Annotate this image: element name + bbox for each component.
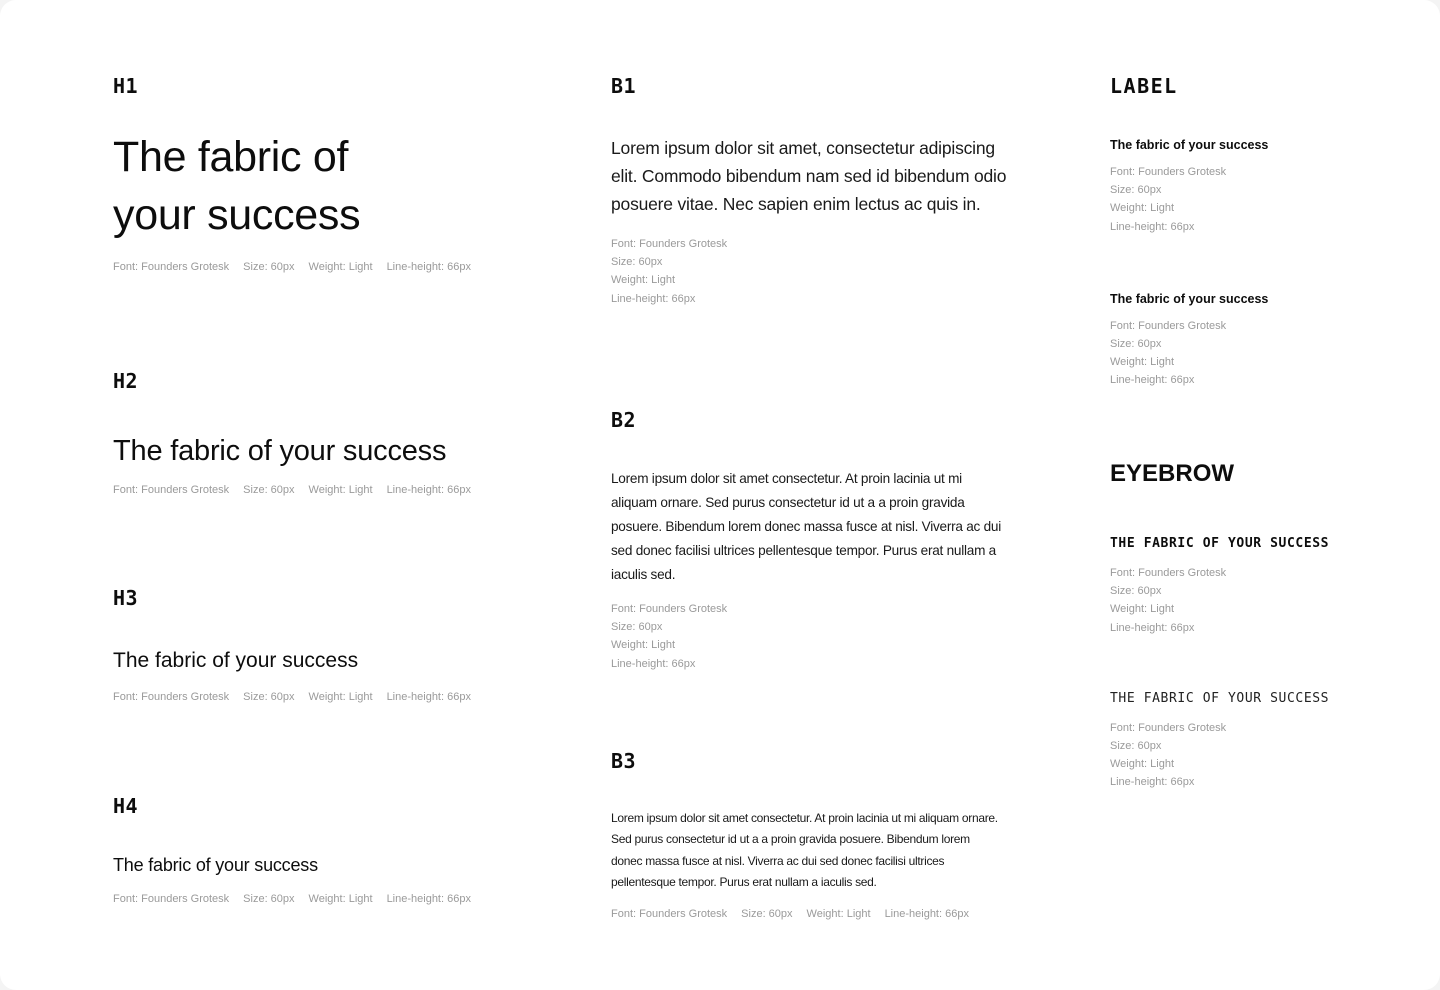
meta-size: Size: 60px bbox=[1110, 184, 1162, 197]
meta-line-height: Line-height: 66px bbox=[386, 484, 471, 496]
meta-size: Size: 60px bbox=[243, 691, 295, 703]
meta-font: Font: Founders Grotesk bbox=[113, 261, 230, 273]
label-spec: LABEL The fabric of your success Font: F… bbox=[1110, 74, 1410, 390]
meta-weight: Weight: Light bbox=[611, 639, 676, 652]
h2-sample: The fabric of your success bbox=[113, 435, 447, 467]
meta-font: Font: Founders Grotesk bbox=[1110, 567, 1227, 579]
meta-line-height: Line-height: 66px bbox=[1110, 776, 1195, 789]
b3-spec: B3 Lorem ipsum dolor sit amet consectetu… bbox=[611, 749, 1021, 923]
b2-spec: B2 Lorem ipsum dolor sit amet consectetu… bbox=[611, 408, 1021, 673]
meta-size: Size: 60px bbox=[243, 893, 295, 905]
meta-font: Font: Founders Grotesk bbox=[113, 484, 230, 496]
b1-label: B1 bbox=[611, 74, 637, 98]
h3-sample: The fabric of your success bbox=[113, 649, 359, 672]
meta-line-height: Line-height: 66px bbox=[884, 908, 969, 921]
meta-size: Size: 60px bbox=[611, 256, 663, 269]
meta-font: Font: Founders Grotesk bbox=[1110, 721, 1227, 734]
meta-line-height: Line-height: 66px bbox=[1110, 621, 1195, 634]
meta-size: Size: 60px bbox=[243, 261, 295, 273]
eyebrow-meta-1: Font: Founders Grotesk Size: 60px Weight… bbox=[1110, 564, 1410, 637]
meta-weight: Weight: Light bbox=[308, 893, 373, 905]
meta-font: Font: Founders Grotesk bbox=[113, 691, 230, 703]
h1-spec: H1 The fabric of your success Font: Foun… bbox=[113, 74, 563, 276]
h4-spec: H4 The fabric of your success Font: Foun… bbox=[113, 794, 563, 908]
typography-spec-sheet: H1 The fabric of your success Font: Foun… bbox=[0, 0, 1440, 990]
meta-line-height: Line-height: 66px bbox=[386, 893, 471, 905]
h4-label: H4 bbox=[113, 794, 139, 818]
b2-label: B2 bbox=[611, 408, 637, 432]
h1-label: H1 bbox=[113, 74, 139, 98]
label-meta-2: Font: Founders Grotesk Size: 60px Weight… bbox=[1110, 317, 1410, 390]
meta-line-height: Line-height: 66px bbox=[1110, 374, 1195, 387]
h4-meta: Font: Founders Grotesk Size: 60px Weight… bbox=[113, 890, 563, 908]
meta-size: Size: 60px bbox=[243, 484, 295, 496]
meta-size: Size: 60px bbox=[741, 908, 793, 921]
label-meta-1: Font: Founders Grotesk Size: 60px Weight… bbox=[1110, 163, 1410, 236]
b2-sample: Lorem ipsum dolor sit amet consectetur. … bbox=[611, 471, 1002, 582]
h2-meta: Font: Founders Grotesk Size: 60px Weight… bbox=[113, 481, 563, 499]
meta-font: Font: Founders Grotesk bbox=[611, 238, 728, 250]
meta-line-height: Line-height: 66px bbox=[611, 292, 696, 305]
meta-weight: Weight: Light bbox=[308, 691, 373, 703]
b1-sample: Lorem ipsum dolor sit amet, consectetur … bbox=[611, 138, 1007, 214]
meta-font: Font: Founders Grotesk bbox=[611, 603, 728, 615]
meta-weight: Weight: Light bbox=[1110, 603, 1175, 616]
label-sample-2: The fabric of your success bbox=[1110, 291, 1269, 306]
meta-size: Size: 60px bbox=[1110, 585, 1162, 598]
h2-label: H2 bbox=[113, 369, 139, 393]
meta-size: Size: 60px bbox=[611, 621, 663, 634]
h1-meta: Font: Founders Grotesk Size: 60px Weight… bbox=[113, 258, 563, 276]
meta-line-height: Line-height: 66px bbox=[386, 261, 471, 273]
eyebrow-spec: EYEBROW THE FABRIC OF YOUR SUCCESS Font:… bbox=[1110, 462, 1410, 792]
meta-font: Font: Founders Grotesk bbox=[1110, 319, 1227, 332]
meta-line-height: Line-height: 66px bbox=[1110, 220, 1195, 233]
b1-meta: Font: Founders Grotesk Size: 60px Weight… bbox=[611, 235, 1021, 308]
meta-weight: Weight: Light bbox=[1110, 202, 1175, 215]
meta-weight: Weight: Light bbox=[806, 908, 871, 921]
meta-weight: Weight: Light bbox=[1110, 758, 1175, 771]
b3-sample: Lorem ipsum dolor sit amet consectetur. … bbox=[611, 811, 998, 889]
eyebrow-title: EYEBROW bbox=[1110, 460, 1235, 487]
h2-spec: H2 The fabric of your success Font: Foun… bbox=[113, 369, 563, 499]
eyebrow-meta-2: Font: Founders Grotesk Size: 60px Weight… bbox=[1110, 719, 1410, 792]
h1-sample: The fabric of your success bbox=[113, 133, 361, 239]
h4-sample: The fabric of your success bbox=[113, 855, 318, 875]
eyebrow-sample-light: THE FABRIC OF YOUR SUCCESS bbox=[1110, 690, 1330, 706]
meta-size: Size: 60px bbox=[1110, 740, 1162, 753]
b3-meta: Font: Founders Grotesk Size: 60px Weight… bbox=[611, 905, 1021, 923]
b2-meta: Font: Founders Grotesk Size: 60px Weight… bbox=[611, 600, 1021, 673]
b3-label: B3 bbox=[611, 749, 637, 773]
meta-weight: Weight: Light bbox=[308, 484, 373, 496]
meta-weight: Weight: Light bbox=[1110, 356, 1175, 369]
h3-meta: Font: Founders Grotesk Size: 60px Weight… bbox=[113, 688, 563, 706]
meta-line-height: Line-height: 66px bbox=[386, 691, 471, 703]
meta-font: Font: Founders Grotesk bbox=[1110, 166, 1227, 178]
meta-font: Font: Founders Grotesk bbox=[113, 893, 230, 905]
meta-font: Font: Founders Grotesk bbox=[611, 908, 728, 921]
h3-spec: H3 The fabric of your success Font: Foun… bbox=[113, 586, 563, 706]
eyebrow-sample-bold: THE FABRIC OF YOUR SUCCESS bbox=[1110, 536, 1330, 551]
meta-weight: Weight: Light bbox=[611, 274, 676, 287]
meta-weight: Weight: Light bbox=[308, 261, 373, 273]
meta-size: Size: 60px bbox=[1110, 338, 1162, 351]
b1-spec: B1 Lorem ipsum dolor sit amet, consectet… bbox=[611, 74, 1021, 308]
label-sample-1: The fabric of your success bbox=[1110, 138, 1269, 152]
label-title: LABEL bbox=[1110, 74, 1178, 98]
meta-line-height: Line-height: 66px bbox=[611, 657, 696, 670]
h3-label: H3 bbox=[113, 586, 139, 610]
